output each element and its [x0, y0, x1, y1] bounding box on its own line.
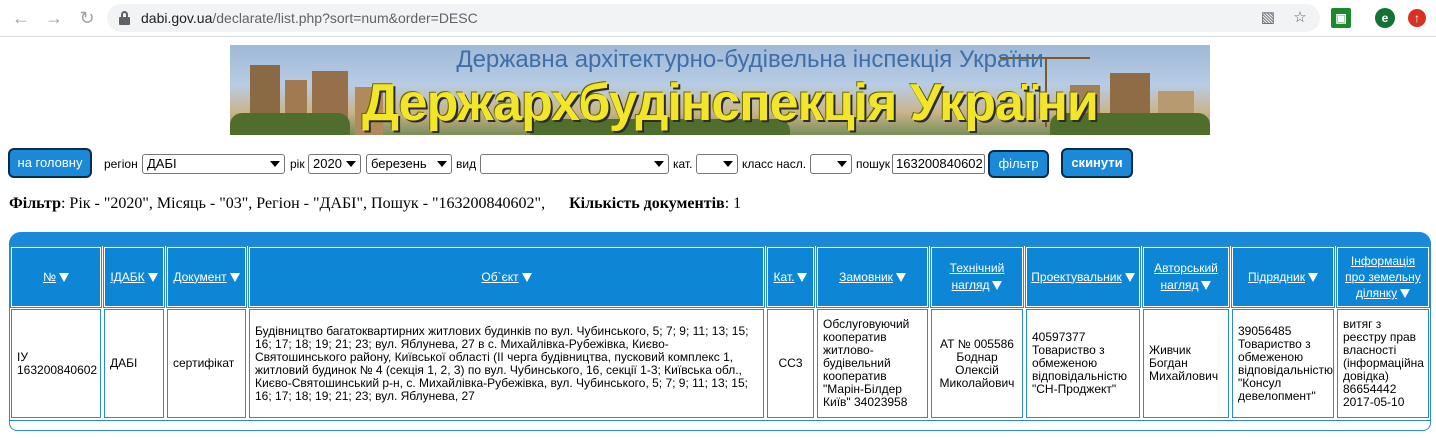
header-contractor[interactable]: Підрядник [1231, 246, 1335, 308]
banner-subtitle: Державна архітектурно-будівельна інспекц… [456, 46, 1044, 73]
header-tech-supervision[interactable]: Технічний нагляд [930, 246, 1024, 308]
header-customer[interactable]: Замовник [816, 246, 929, 308]
cell-tech-supervision: АТ № 005586 Боднар Олексій Миколайович [931, 309, 1023, 418]
header-object[interactable]: Об`єкт [248, 246, 765, 308]
search-input[interactable]: 163200840602 [892, 154, 985, 174]
search-label: пошук [856, 157, 891, 171]
banner-title: Держархбудінспекція України [362, 74, 1099, 132]
region-label: регіон [104, 157, 138, 171]
table-bottom-border [9, 420, 1431, 421]
header-designer[interactable]: Проектувальник [1025, 246, 1141, 308]
cell-author-supervision: Живчик Богдан Михайлович [1143, 309, 1229, 418]
back-arrow-icon[interactable]: ← [10, 7, 32, 29]
sort-arrow-icon [147, 272, 158, 282]
cell-category: СС3 [767, 309, 814, 418]
sort-arrow-icon [1201, 281, 1212, 291]
chevron-down-icon [723, 161, 733, 167]
table-top-bar [9, 232, 1431, 246]
sort-arrow-icon [1307, 272, 1318, 282]
address-bar[interactable]: dabi.gov.ua/declarate/list.php?sort=num&… [107, 4, 1320, 32]
class-select[interactable] [810, 154, 852, 174]
type-select[interactable] [480, 154, 669, 174]
category-select[interactable] [696, 154, 738, 174]
sort-arrow-icon [895, 272, 906, 282]
browser-toolbar: ← → ↻ dabi.gov.ua/declarate/list.php?sor… [0, 0, 1436, 37]
sort-arrow-icon [797, 272, 808, 282]
site-banner: Державна архітектурно-будівельна інспекц… [230, 45, 1210, 135]
header-idabk[interactable]: ІДАБК [103, 246, 165, 308]
update-icon[interactable]: ↑ [1408, 9, 1426, 27]
forward-arrow-icon[interactable]: → [43, 7, 65, 29]
filter-summary: Фільтр: Рік - "2020", Місяць - "03", Рег… [9, 195, 742, 212]
cell-land-info: витяг з реєстру прав власності (інформац… [1337, 309, 1429, 418]
sort-arrow-icon [521, 272, 532, 282]
chevron-down-icon [346, 161, 356, 167]
category-label: кат. [673, 157, 693, 171]
cell-object: Будівництво багатоквартирних житлових бу… [249, 309, 764, 418]
header-document[interactable]: Документ [166, 246, 247, 308]
chevron-down-icon [270, 161, 280, 167]
sort-arrow-icon [992, 281, 1003, 291]
class-label: класс насл. [742, 157, 807, 171]
cell-idabk: ДАБІ [104, 309, 164, 418]
reload-icon[interactable]: ↻ [76, 7, 98, 29]
header-author-supervision[interactable]: Авторський нагляд [1142, 246, 1230, 308]
header-land-info[interactable]: Інформація про земельну ділянку [1336, 246, 1430, 308]
region-select[interactable]: ДАБІ [142, 154, 285, 174]
sort-arrow-icon [58, 272, 69, 282]
year-select[interactable]: 2020 [308, 154, 361, 174]
header-num[interactable]: № [10, 246, 102, 308]
sort-arrow-icon [1124, 272, 1135, 282]
cell-num: ІУ 163200840602 [11, 309, 101, 418]
header-category[interactable]: Кат. [766, 246, 815, 308]
url-text: dabi.gov.ua/declarate/list.php?sort=num&… [141, 10, 478, 26]
profile-avatar[interactable]: e [1375, 8, 1395, 28]
cell-contractor: 39056485 Товариство з обмеженою відповід… [1232, 309, 1334, 418]
home-button[interactable]: на головну [8, 148, 92, 178]
month-select[interactable]: березень [366, 154, 452, 174]
extension-icon[interactable]: ▣ [1331, 8, 1351, 28]
reset-button[interactable]: скинути [1061, 148, 1133, 178]
bookmark-star-icon[interactable]: ☆ [1290, 8, 1310, 28]
cell-designer: 40597377 Товариство з обмеженою відповід… [1026, 309, 1140, 418]
cell-customer: Обслуговуючий кооператив житлово-будівел… [817, 309, 928, 418]
chevron-down-icon [837, 161, 847, 167]
translate-icon[interactable]: ▧ [1258, 8, 1278, 28]
type-label: вид [456, 157, 477, 171]
sort-arrow-icon [1400, 289, 1411, 299]
year-label: рік [290, 157, 305, 171]
sort-arrow-icon [229, 272, 240, 282]
lock-icon[interactable] [119, 11, 130, 25]
chevron-down-icon [437, 161, 447, 167]
filter-button[interactable]: фільтр [988, 150, 1049, 178]
cell-document: сертифікат [167, 309, 246, 418]
chevron-down-icon [654, 161, 664, 167]
